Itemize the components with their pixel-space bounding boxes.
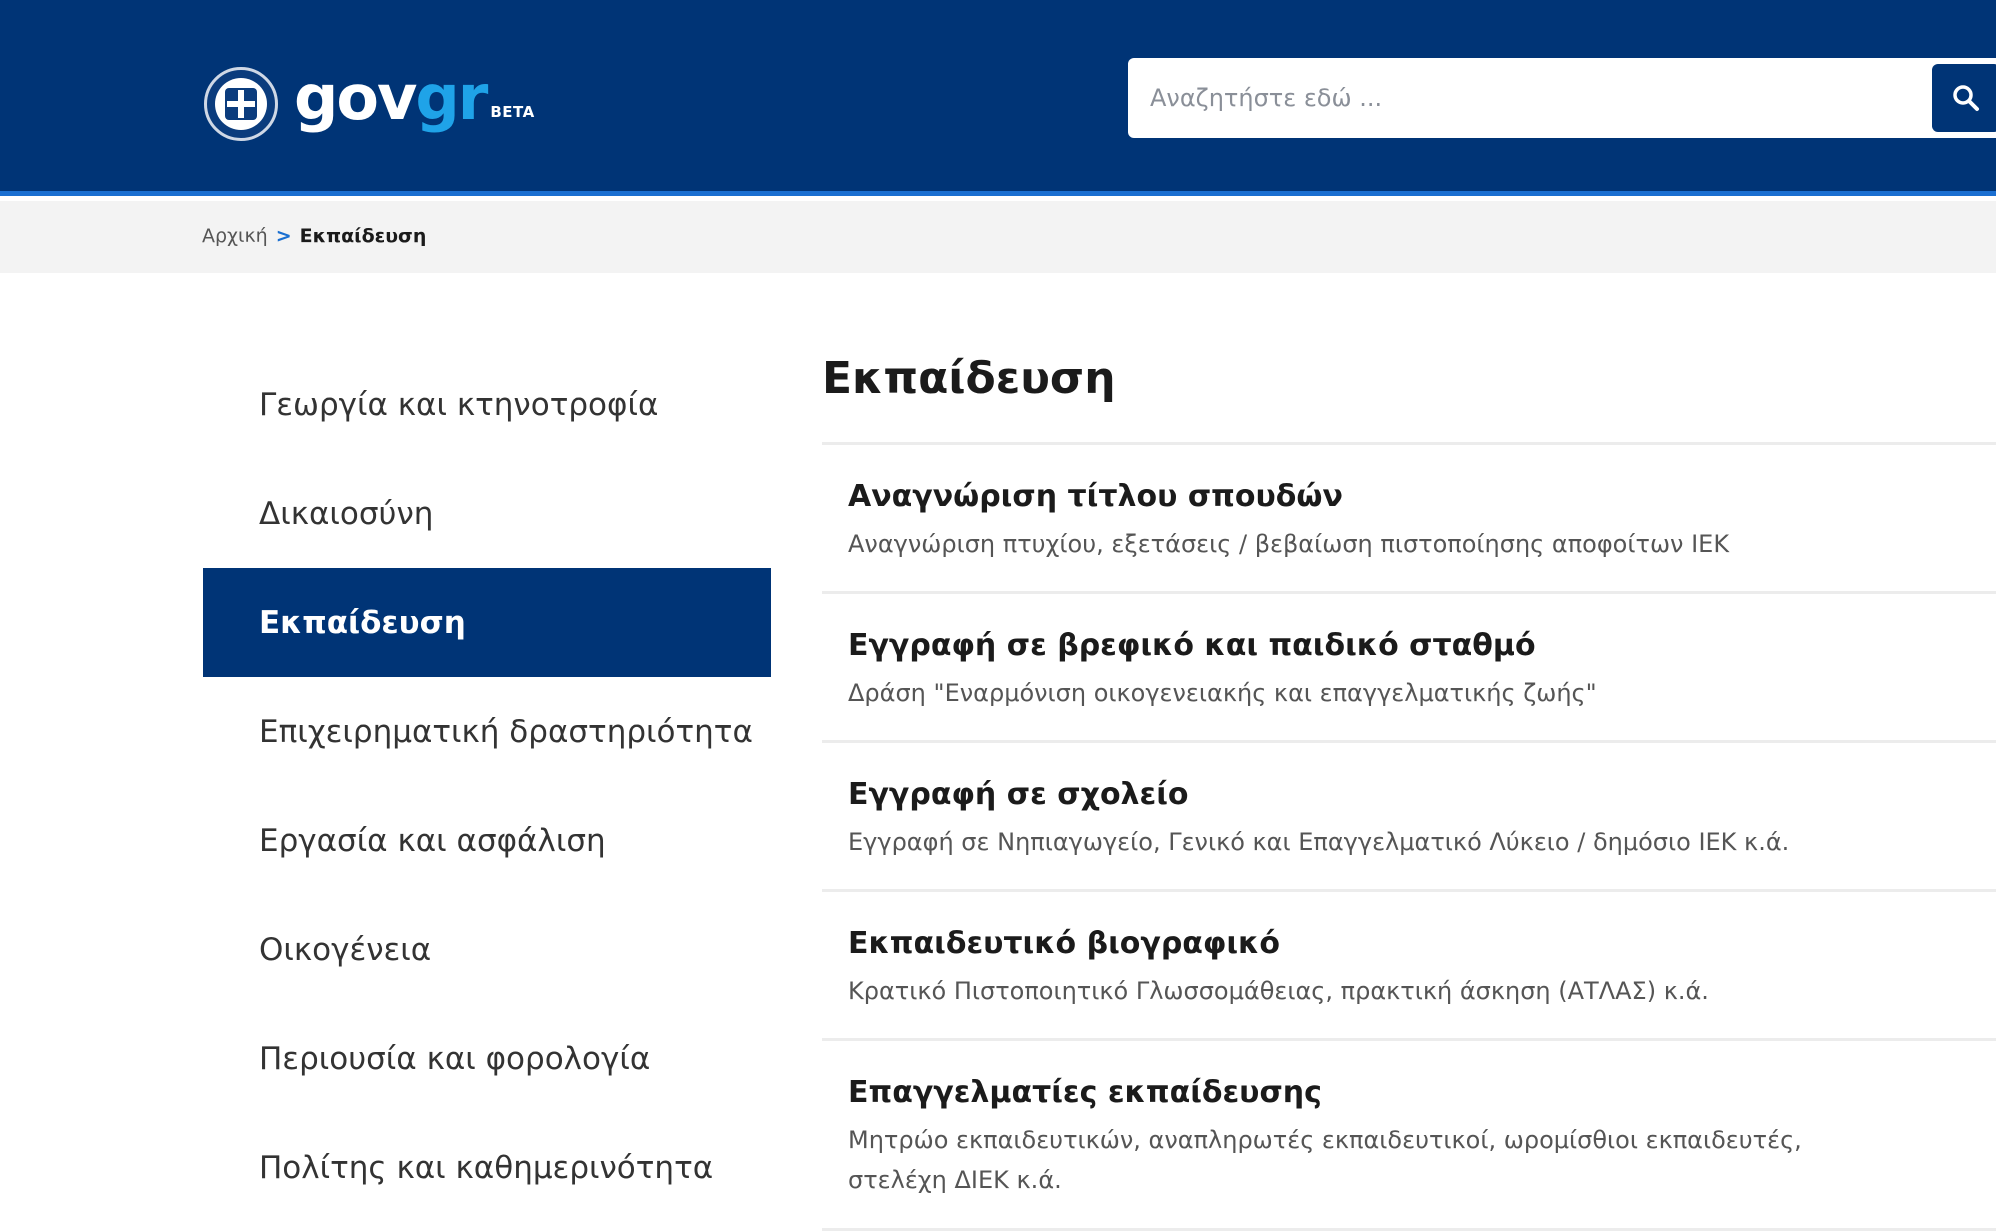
breadcrumb-current: Εκπαίδευση [299,225,427,247]
breadcrumb-separator: > [275,225,292,247]
service-title[interactable]: Εγγραφή σε βρεφικό και παιδικό σταθμό [848,628,1996,663]
service-title[interactable]: Αναγνώριση τίτλου σπουδών [848,479,1996,514]
logo-wordmark: govgr [294,61,488,134]
service-description: Αναγνώριση πτυχίου, εξετάσεις / βεβαίωση… [848,530,1730,558]
service-title[interactable]: Εγγραφή σε σχολείο [848,777,1996,812]
search-button[interactable] [1932,64,1996,132]
service-item-nursery-enrollment[interactable]: Εγγραφή σε βρεφικό και παιδικό σταθμό Δρ… [822,594,1996,743]
service-description: Δράση "Εναρμόνιση οικογενειακής και επαγ… [848,679,1597,707]
service-item-degree-recognition[interactable]: Αναγνώριση τίτλου σπουδών Αναγνώριση πτυ… [822,445,1996,594]
sidebar-item-business[interactable]: Επιχειρηματική δραστηριότητα [203,677,771,786]
service-title[interactable]: Επαγγελματίες εκπαίδευσης [848,1075,1996,1110]
breadcrumb-home-link[interactable]: Αρχική [202,225,268,247]
service-item-school-enrollment[interactable]: Εγγραφή σε σχολείο Εγγραφή σε Νηπιαγωγεί… [822,743,1996,892]
beta-badge: BETA [490,103,535,121]
main-content: Εκπαίδευση Αναγνώριση τίτλου σπουδών Ανα… [822,346,1996,1231]
search-input[interactable] [1128,58,1928,138]
service-item-education-cv[interactable]: Εκπαιδευτικό βιογραφικό Κρατικό Πιστοποι… [822,892,1996,1041]
sidebar-item-citizen[interactable]: Πολίτης και καθημερινότητα [203,1113,771,1222]
service-title[interactable]: Εκπαιδευτικό βιογραφικό [848,926,1996,961]
service-list: Αναγνώριση τίτλου σπουδών Αναγνώριση πτυ… [822,442,1996,1231]
sidebar-item-agriculture[interactable]: Γεωργία και κτηνοτροφία [203,350,771,459]
page-title: Εκπαίδευση [822,353,1116,404]
sidebar-item-education[interactable]: Εκπαίδευση [203,568,771,677]
search-bar [1128,58,1996,138]
breadcrumb: Αρχική > Εκπαίδευση [202,225,426,247]
sidebar-item-family[interactable]: Οικογένεια [203,895,771,1004]
greek-state-seal-icon [204,67,278,141]
sidebar-item-property-tax[interactable]: Περιουσία και φορολογία [203,1004,771,1113]
service-description: Εγγραφή σε Νηπιαγωγείο, Γενικό και Επαγγ… [848,828,1790,856]
service-item-education-professionals[interactable]: Επαγγελματίες εκπαίδευσης Μητρώο εκπαιδε… [822,1041,1996,1231]
sidebar-item-justice[interactable]: Δικαιοσύνη [203,459,771,568]
sidebar-item-employment[interactable]: Εργασία και ασφάλιση [203,786,771,895]
service-description: Μητρώο εκπαιδευτικών, αναπληρωτές εκπαιδ… [848,1126,1802,1194]
site-header: govgr BETA [0,0,1996,196]
govgr-logo[interactable]: govgr BETA [204,64,535,144]
search-icon [1953,85,1979,111]
breadcrumb-bar: Αρχική > Εκπαίδευση [0,201,1996,273]
service-description: Κρατικό Πιστοποιητικό Γλωσσομάθειας, πρα… [848,977,1709,1005]
category-sidebar: Γεωργία και κτηνοτροφία Δικαιοσύνη Εκπαί… [203,350,771,1222]
